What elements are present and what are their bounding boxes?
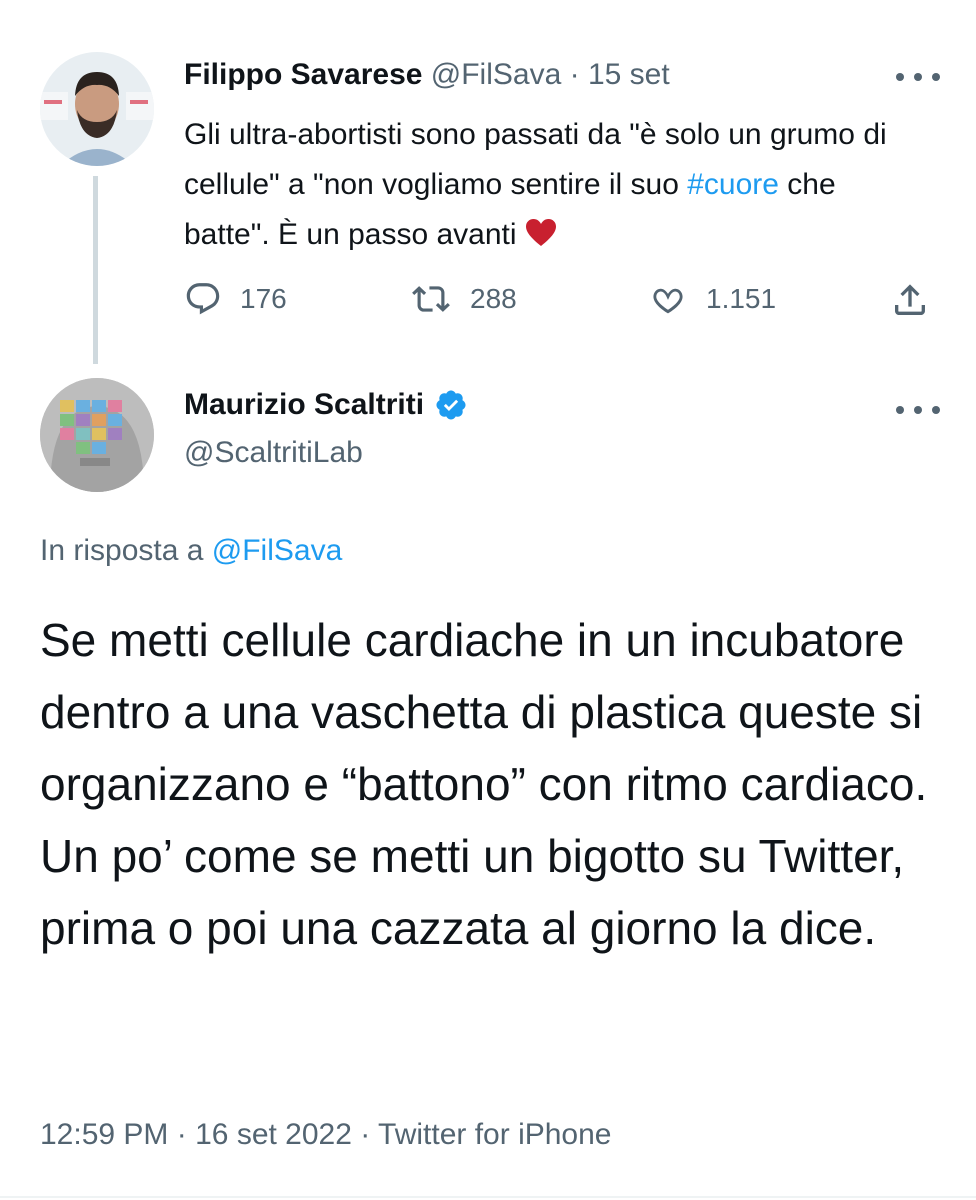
retweet-count: 288 [470,283,517,314]
tweet2-date[interactable]: 16 set 2022 [195,1118,352,1151]
tweet1-author-handle[interactable]: @FilSava [431,58,562,91]
tweet2-meta: 12:59 PM · 16 set 2022 · Twitter for iPh… [40,1118,611,1152]
retweet-icon [412,286,450,312]
tweet2-text: Se metti cellule cardiache in un incubat… [40,614,928,954]
like-action[interactable]: 1.151 [648,280,776,318]
thread-connector-line [93,176,98,364]
reply-prefix: In risposta a [40,534,204,567]
reply-action[interactable]: 176 [184,280,287,318]
avatar-maurizio[interactable] [40,378,154,492]
like-count: 1.151 [706,283,777,314]
bottom-divider [0,1196,976,1198]
meta-separator: · [360,1118,371,1151]
tweet1-text: Gli ultra-abortisti sono passati da "è s… [184,110,924,264]
reply-count: 176 [240,283,287,314]
reply-context: In risposta a @FilSava [40,534,342,568]
avatar-filippo[interactable] [40,52,154,166]
retweet-action[interactable]: 288 [410,280,517,318]
tweet1-author-name[interactable]: Filippo Savarese [184,58,422,91]
share-icon [895,284,925,315]
meta-separator: · [176,1118,187,1151]
reply-to-handle-link[interactable]: @FilSava [212,534,343,567]
tweet2-author-handle[interactable]: @ScaltritiLab [184,436,363,470]
hashtag-link[interactable]: #cuore [687,168,779,201]
reply-icon [186,283,220,315]
red-heart-icon [525,214,557,264]
share-action[interactable] [890,280,930,320]
verified-badge-icon [434,388,468,422]
tweet1-header: Filippo Savarese @FilSava · 15 set [184,58,670,92]
tweet2-time[interactable]: 12:59 PM [40,1118,168,1151]
tweet1-separator: · [569,58,580,91]
tweet2-more-options-icon[interactable] [896,400,940,420]
tweet2-author-name[interactable]: Maurizio Scaltriti [184,388,424,422]
heart-outline-icon [653,288,683,314]
tweet1-date[interactable]: 15 set [588,58,670,91]
tweet1-more-options-icon[interactable] [896,67,940,87]
tweet2-author-row: Maurizio Scaltriti [184,388,468,422]
tweet2-source[interactable]: Twitter for iPhone [378,1118,611,1151]
